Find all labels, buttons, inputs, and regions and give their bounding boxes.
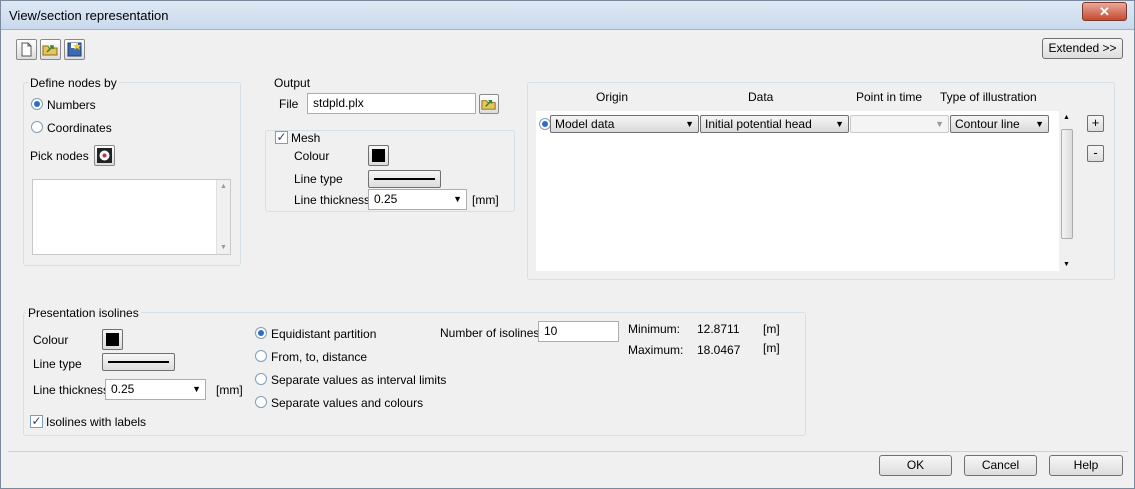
file-label: File: [279, 97, 299, 111]
data-value: Initial potential head: [705, 117, 812, 131]
iso-colour-label: Colour: [33, 333, 69, 347]
file-input[interactable]: stdpld.plx: [307, 93, 476, 114]
add-row-button[interactable]: +: [1087, 115, 1104, 132]
save-icon[interactable]: [64, 39, 85, 60]
isolines-with-labels-checkbox[interactable]: ✓: [30, 415, 43, 428]
mesh-line-type-button[interactable]: [368, 170, 441, 188]
iso-line-thickness-value: 0.25: [111, 382, 135, 396]
output-label: Output: [274, 76, 311, 90]
iso-unit-label: [mm]: [216, 383, 243, 397]
scroll-down-icon[interactable]: ▼: [220, 244, 227, 251]
coordinates-label: Coordinates: [47, 121, 112, 135]
window-title: View/section representation: [9, 8, 169, 23]
header-point-in-time: Point in time: [856, 90, 923, 104]
iso-line-type-label: Line type: [33, 357, 82, 371]
number-of-isolines-input[interactable]: 10: [538, 321, 619, 342]
extended-button[interactable]: Extended >>: [1042, 38, 1123, 59]
footer-separator: [8, 451, 1128, 452]
minimum-label: Minimum:: [628, 322, 681, 336]
mesh-checkbox[interactable]: ✓: [275, 131, 288, 144]
scroll-down-icon[interactable]: ▼: [1063, 261, 1070, 268]
mesh-label: Mesh: [291, 131, 321, 145]
pick-nodes-label: Pick nodes: [30, 149, 89, 163]
origin-value: Model data: [555, 117, 615, 131]
browse-folder-icon[interactable]: [479, 94, 499, 114]
pick-nodes-button[interactable]: [94, 145, 115, 166]
chevron-down-icon: ▼: [192, 384, 201, 394]
mesh-line-thickness-select[interactable]: 0.25 ▼: [368, 189, 467, 210]
number-of-isolines-label: Number of isolines: [440, 326, 540, 340]
interval-limits-radio[interactable]: [255, 373, 267, 385]
chevron-down-icon: ▼: [685, 119, 694, 129]
nodes-listbox[interactable]: ▲ ▼: [32, 179, 231, 255]
illustration-select[interactable]: Contour line ▼: [950, 115, 1049, 133]
line-sample: [374, 178, 435, 180]
mesh-line-thickness-label: Line thickness: [294, 193, 371, 207]
header-type-of-illustration: Type of illustration: [940, 90, 1037, 104]
close-button[interactable]: ✕: [1082, 2, 1127, 21]
chevron-down-icon: ▼: [835, 119, 844, 129]
chevron-down-icon: ▼: [1035, 119, 1044, 129]
mesh-colour-label: Colour: [294, 149, 330, 163]
isolines-label: Presentation isolines: [26, 306, 141, 320]
scroll-up-icon[interactable]: ▲: [220, 183, 227, 190]
equidistant-partition-radio[interactable]: [255, 327, 267, 339]
target-icon: [97, 148, 112, 163]
minimum-unit: [m]: [763, 322, 780, 336]
values-and-colours-radio[interactable]: [255, 396, 267, 408]
mesh-line-type-label: Line type: [294, 172, 343, 186]
nodes-scrollbar[interactable]: ▲ ▼: [216, 180, 230, 254]
scroll-thumb[interactable]: [1061, 129, 1073, 239]
numbers-label: Numbers: [47, 98, 96, 112]
open-folder-icon[interactable]: [40, 39, 61, 60]
from-to-distance-label: From, to, distance: [271, 350, 368, 364]
iso-line-thickness-select[interactable]: 0.25 ▼: [105, 379, 206, 400]
line-sample: [108, 361, 169, 363]
help-button[interactable]: Help: [1049, 455, 1123, 476]
mesh-colour-button[interactable]: [368, 145, 389, 166]
values-and-colours-label: Separate values and colours: [271, 396, 424, 410]
maximum-unit: [m]: [763, 341, 780, 355]
mesh-unit-label: [mm]: [472, 193, 499, 207]
colour-swatch: [372, 149, 385, 162]
title-bar: View/section representation ✕: [1, 1, 1134, 30]
iso-line-thickness-label: Line thickness: [33, 383, 110, 397]
from-to-distance-radio[interactable]: [255, 350, 267, 362]
dialog-body: Extended >> Define nodes by Numbers Coor…: [8, 31, 1128, 483]
iso-line-type-button[interactable]: [102, 353, 175, 371]
isolines-with-labels-label: Isolines with labels: [46, 415, 147, 429]
mesh-line-thickness-value: 0.25: [374, 192, 398, 206]
representation-table: Model data ▼ Initial potential head ▼ ▼ …: [536, 111, 1059, 271]
illustration-value: Contour line: [955, 117, 1020, 131]
header-data: Data: [748, 90, 774, 104]
define-nodes-label: Define nodes by: [28, 76, 119, 90]
remove-row-button[interactable]: -: [1087, 145, 1104, 162]
chevron-down-icon: ▼: [453, 194, 462, 204]
cancel-button[interactable]: Cancel: [964, 455, 1037, 476]
interval-limits-label: Separate values as interval limits: [271, 373, 447, 387]
chevron-down-icon: ▼: [935, 119, 944, 129]
new-document-icon[interactable]: [16, 39, 37, 60]
table-scrollbar[interactable]: ▲ ▼: [1060, 111, 1074, 271]
ok-button[interactable]: OK: [879, 455, 952, 476]
dialog-window: View/section representation ✕ Extended >…: [0, 0, 1135, 489]
minimum-value: 12.8711: [697, 322, 740, 336]
point-in-time-select[interactable]: ▼: [850, 115, 949, 133]
scroll-up-icon[interactable]: ▲: [1063, 114, 1070, 121]
maximum-value: 18.0467: [697, 343, 741, 357]
origin-select[interactable]: Model data ▼: [550, 115, 699, 133]
iso-colour-button[interactable]: [102, 329, 123, 350]
colour-swatch: [106, 333, 119, 346]
maximum-label: Maximum:: [628, 343, 684, 357]
data-select[interactable]: Initial potential head ▼: [700, 115, 849, 133]
header-origin: Origin: [596, 90, 629, 104]
equidistant-partition-label: Equidistant partition: [271, 327, 377, 341]
numbers-radio[interactable]: [31, 98, 43, 110]
coordinates-radio[interactable]: [31, 121, 43, 133]
